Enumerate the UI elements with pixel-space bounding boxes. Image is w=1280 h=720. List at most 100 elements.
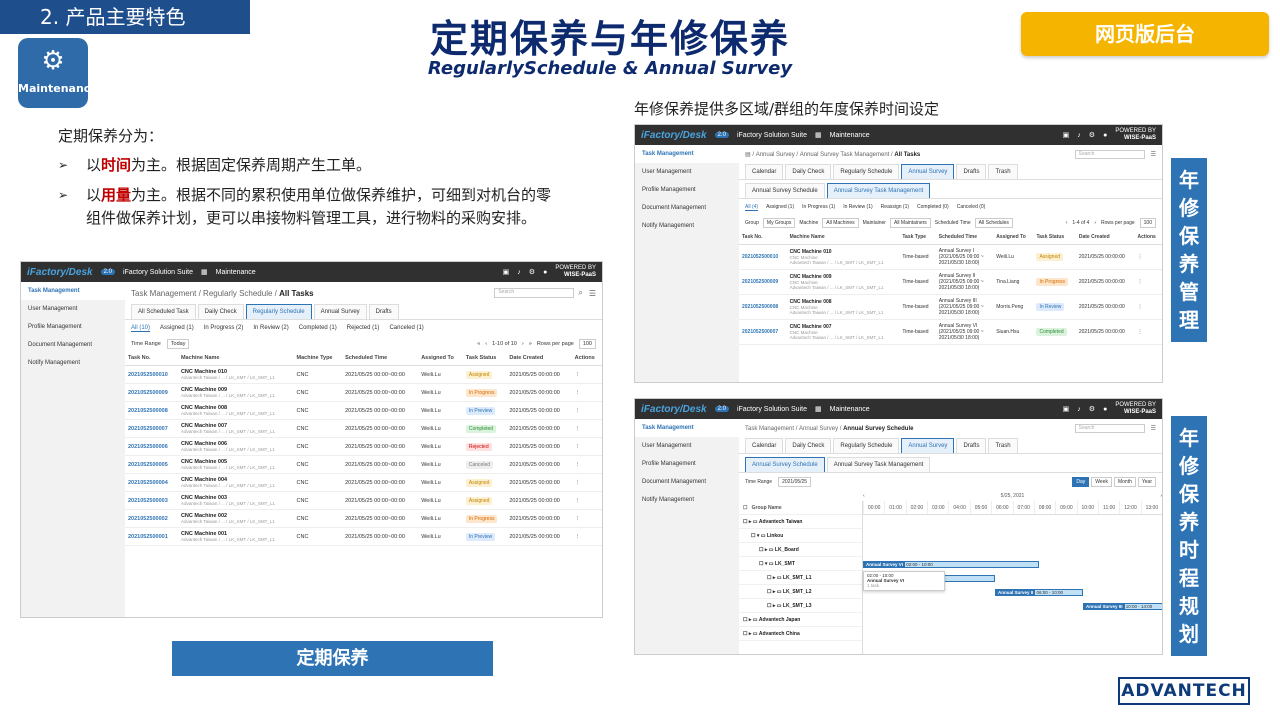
more-actions-icon[interactable]: ⋮ [1134,319,1162,345]
col-machine-name[interactable]: Machine Name [177,351,294,366]
filter-canceled[interactable]: Canceled (0) [957,204,986,211]
sidebar-item-task-management[interactable]: Task Management [635,145,739,163]
tree-item[interactable]: ☐ ▸ ▭ Advantech Taiwan [739,515,862,529]
tree-item[interactable]: ☐ ▸ ▭ LK_Board [739,543,862,557]
tab-drafts[interactable]: Drafts [956,438,987,453]
subtab-annual-task-management[interactable]: Annual Survey Task Management [826,183,931,198]
col-task-status[interactable]: Task Status [1033,230,1076,245]
tab-annual-survey[interactable]: Annual Survey [313,304,367,319]
tab-daily-check[interactable]: Daily Check [197,304,244,319]
col-assigned-to[interactable]: Assigned To [418,351,463,366]
task-no[interactable]: 2021052500010 [125,365,178,384]
user-icon[interactable]: ● [543,269,547,276]
sidebar-item-user-management[interactable]: User Management [21,300,125,318]
sidebar-item-notify-management[interactable]: Notify Management [635,217,739,235]
col-scheduled-time[interactable]: Scheduled Time [342,351,419,366]
last-page-icon[interactable]: » [529,341,532,347]
save-icon[interactable]: ▣ [1063,131,1070,139]
task-no[interactable]: 2021052500006 [125,437,178,456]
task-no[interactable]: 2021052500008 [739,294,787,320]
subtab-annual-schedule[interactable]: Annual Survey Schedule [745,183,825,198]
more-actions-icon[interactable]: ⋮ [571,401,602,420]
more-actions-icon[interactable]: ⋮ [571,383,602,402]
table-row[interactable]: 2021052500010 CNC Machine 010 CNC Machine A… [739,244,1162,270]
rows-per-page-select[interactable]: 100 [578,339,596,349]
table-row[interactable]: 2021052500008 CNC Machine 008 Advantech Ta… [125,401,602,420]
task-no[interactable]: 2021052500001 [125,527,178,546]
col-task-status[interactable]: Task Status [462,351,507,366]
col-machine-type[interactable]: Machine Type [293,351,343,366]
maintainer-select[interactable]: All Maintainers [889,218,931,228]
col-assigned-to[interactable]: Assigned To [993,230,1034,245]
sidebar-item-profile-management[interactable]: Profile Management [21,318,125,336]
task-no[interactable]: 2021052500010 [739,244,787,270]
prev-page-icon[interactable]: ‹ [485,341,487,347]
filter-in-progress[interactable]: In Progress (1) [802,204,835,211]
table-row[interactable]: 2021052500007 CNC Machine 007 CNC Machine A… [739,319,1162,345]
more-actions-icon[interactable]: ⋮ [571,455,602,474]
filter-all[interactable]: All (10) [131,325,151,332]
next-page-icon[interactable]: › [522,341,524,347]
col-task-no[interactable]: Task No. [739,230,787,245]
filter-rejected[interactable]: Rejected (1) [347,325,380,332]
search-input[interactable]: Search [494,288,575,298]
tree-item[interactable]: ☐ ▸ ▭ LK_SMT_L3 [739,599,862,613]
time-range-select[interactable]: Today [166,339,190,349]
view-day-button[interactable]: Day [1072,477,1090,487]
web-backend-button[interactable]: 网页版后台 [1021,12,1269,56]
task-no[interactable]: 2021052500009 [739,269,787,295]
tree-item[interactable]: ☐ ▸ ▭ LK_SMT_L2 [739,585,862,599]
tab-annual-survey[interactable]: Annual Survey [901,164,955,179]
task-no[interactable]: 2021052500003 [125,491,178,510]
table-row[interactable]: 2021052500010 CNC Machine 010 Advantech Ta… [125,365,602,384]
sidebar-item-user-management[interactable]: User Management [635,437,739,455]
task-no[interactable]: 2021052500007 [739,319,787,345]
table-row[interactable]: 2021052500009 CNC Machine 009 Advantech Ta… [125,383,602,402]
col-task-type[interactable]: Task Type [899,230,936,245]
save-icon[interactable]: ▣ [503,268,510,276]
sidebar-item-document-management[interactable]: Document Management [635,473,739,491]
first-page-icon[interactable]: « [477,341,480,347]
grid-icon[interactable]: ▦ [815,131,822,139]
task-no[interactable]: 2021052500004 [125,473,178,492]
col-date-created[interactable]: Date Created [506,351,572,366]
filter-all[interactable]: All (4) [745,204,759,211]
table-row[interactable]: 2021052500006 CNC Machine 006 Advantech Ta… [125,437,602,456]
tab-regularly-schedule[interactable]: Regularly Schedule [833,438,900,453]
bell-icon[interactable]: ♪ [1077,132,1081,139]
save-icon[interactable]: ▣ [1063,405,1070,413]
tree-item[interactable]: ☐ ▾ ▭ Linkou [739,529,862,543]
survey-bar[interactable]: Annual Survey VI 02:00 - 10:00 [863,561,1039,568]
tab-all-scheduled[interactable]: All Scheduled Task [131,304,196,319]
machine-select[interactable]: All Machines [822,218,859,228]
menu-icon[interactable]: ☰ [1151,425,1156,432]
view-month-button[interactable]: Month [1113,477,1136,487]
next-page-icon[interactable]: › [1094,220,1096,226]
more-actions-icon[interactable]: ⋮ [571,437,602,456]
tab-drafts[interactable]: Drafts [368,304,399,319]
task-no[interactable]: 2021052500008 [125,401,178,420]
task-no[interactable]: 2021052500007 [125,419,178,438]
settings-icon[interactable]: ⚙ [1089,405,1095,413]
tab-calendar[interactable]: Calendar [745,164,784,179]
group-select[interactable]: My Groups [762,218,796,228]
subtab-annual-task-management[interactable]: Annual Survey Task Management [826,457,931,472]
scheduled-time-select[interactable]: All Schedules [974,218,1013,228]
module-menu[interactable]: Maintenance [830,132,870,139]
tab-annual-survey[interactable]: Annual Survey [901,438,955,453]
module-menu[interactable]: Maintenance [216,269,256,276]
table-row[interactable]: 2021052500002 CNC Machine 002 Advantech Ta… [125,509,602,528]
date-select[interactable]: 2021/05/25 [778,477,812,487]
tab-daily-check[interactable]: Daily Check [785,164,832,179]
tab-calendar[interactable]: Calendar [745,438,784,453]
tree-item[interactable]: ☐ ▸ ▭ Advantech Japan [739,613,862,627]
settings-icon[interactable]: ⚙ [529,268,535,276]
survey-bar[interactable]: Annual Survey III 10:00 - 14:00 [1083,603,1162,610]
col-date-created[interactable]: Date Created [1075,230,1135,245]
sidebar-item-notify-management[interactable]: Notify Management [21,354,125,372]
rows-per-page-select[interactable]: 100 [1139,218,1156,228]
survey-bar[interactable]: Annual Survey II 06:00 - 10:00 [995,589,1083,596]
task-no[interactable]: 2021052500005 [125,455,178,474]
col-machine-name[interactable]: Machine Name [786,230,900,245]
sidebar-item-profile-management[interactable]: Profile Management [635,181,739,199]
